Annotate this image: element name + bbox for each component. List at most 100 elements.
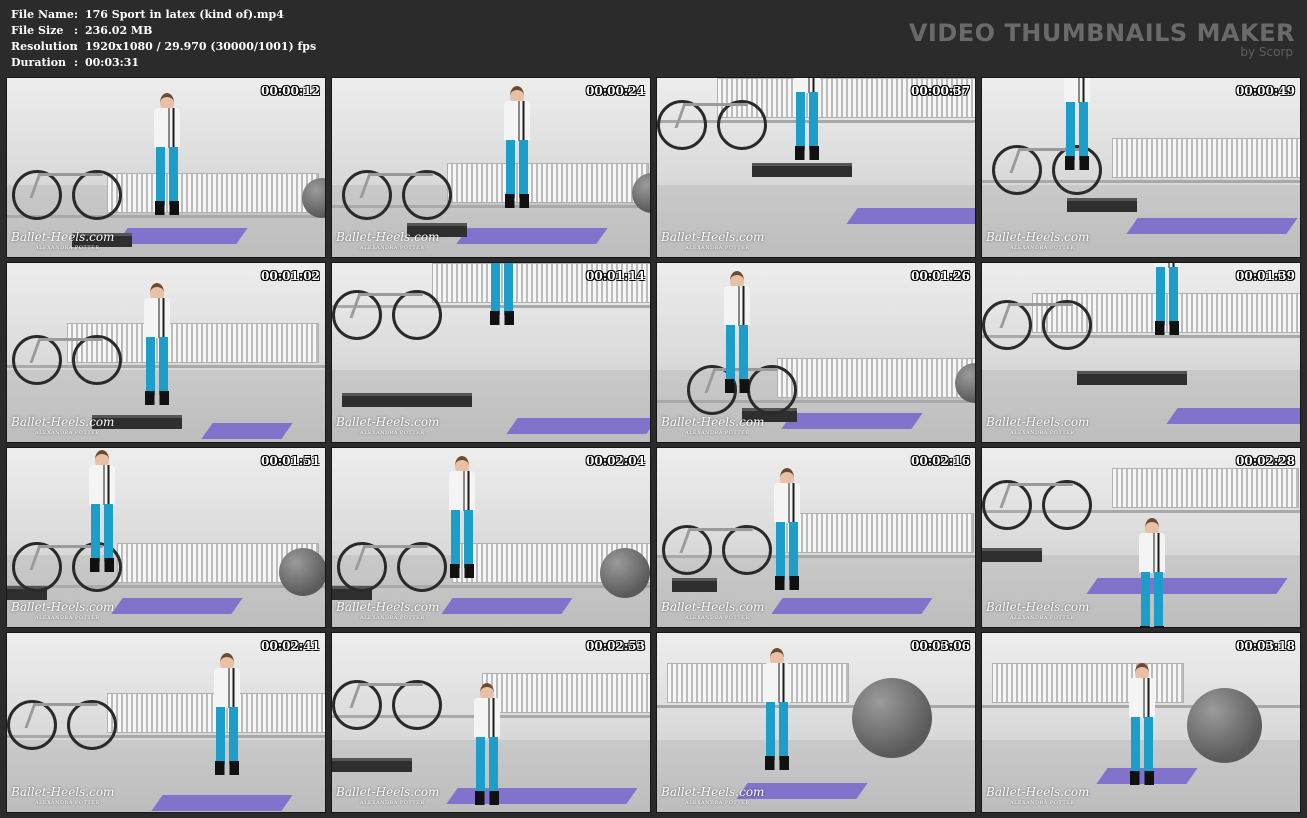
watermark-subtitle: ALEXANDRA POTTER [360, 615, 425, 621]
performer-figure [467, 683, 507, 808]
video-thumbnail[interactable]: Ballet-Heels.com ALEXANDRA POTTER 00:02:16 [656, 447, 976, 628]
video-thumbnail[interactable]: Ballet-Heels.com ALEXANDRA POTTER 00:01:26 [656, 262, 976, 443]
thumbnail-timestamp: 00:02:53 [586, 639, 645, 653]
figure-shirt [89, 465, 115, 505]
performer-figure [1122, 663, 1162, 788]
video-thumbnail[interactable]: Ballet-Heels.com ALEXANDRA POTTER 00:00:12 [6, 77, 326, 258]
radiator [482, 673, 650, 713]
bicycle [332, 278, 442, 340]
performer-figure [137, 283, 177, 408]
aerobic-step [982, 548, 1042, 562]
thumbnail-timestamp: 00:02:28 [1236, 454, 1295, 468]
thumbnail-timestamp: 00:03:06 [911, 639, 970, 653]
watermark-logo: Ballet-Heels.com ALEXANDRA POTTER [661, 416, 764, 439]
bicycle-frame [354, 545, 429, 570]
performer-figure [442, 456, 482, 581]
yoga-mat [1166, 408, 1300, 424]
watermark-subtitle: ALEXANDRA POTTER [1010, 430, 1075, 436]
video-thumbnail[interactable]: Ballet-Heels.com ALEXANDRA POTTER 00:01:14 [331, 262, 651, 443]
radiator [447, 163, 649, 203]
video-thumbnail[interactable]: Ballet-Heels.com ALEXANDRA POTTER 00:02:04 [331, 447, 651, 628]
watermark-logo: Ballet-Heels.com ALEXANDRA POTTER [336, 416, 439, 439]
watermark-logo: Ballet-Heels.com ALEXANDRA POTTER [986, 600, 1090, 624]
exercise-ball [1187, 688, 1262, 763]
video-thumbnail[interactable]: Ballet-Heels.com ALEXANDRA POTTER 00:00:37 [656, 77, 976, 258]
figure-boots [795, 146, 819, 160]
performer-figure [482, 263, 522, 328]
watermark-name: Ballet-Heels.com [336, 785, 440, 799]
watermark-name: Ballet-Heels.com [11, 415, 115, 429]
bicycle-frame [679, 528, 754, 553]
figure-shirt [794, 78, 820, 93]
watermark-subtitle: ALEXANDRA POTTER [35, 615, 100, 621]
video-thumbnail[interactable]: Ballet-Heels.com ALEXANDRA POTTER 00:01:02 [6, 262, 326, 443]
yoga-mat [151, 795, 293, 811]
figure-boots [775, 576, 799, 590]
figure-legs [1141, 572, 1163, 627]
figure-legs [506, 140, 528, 198]
info-key: File Size [11, 24, 64, 37]
figure-shirt [449, 471, 475, 511]
figure-boots [1155, 321, 1179, 335]
info-key: File Name [11, 8, 74, 21]
bicycle-frame [29, 173, 104, 198]
info-separator: : [74, 40, 79, 53]
thumbnail-timestamp: 00:02:04 [586, 454, 645, 468]
figure-shirt [1139, 533, 1165, 573]
thumbnail-timestamp: 00:00:12 [261, 84, 320, 98]
video-thumbnail[interactable]: Ballet-Heels.com ALEXANDRA POTTER 00:03:18 [981, 632, 1301, 813]
brand-title: VIDEO THUMBNAILS MAKER [908, 19, 1295, 47]
figure-boots [215, 761, 239, 775]
watermark-subtitle: ALEXANDRA POTTER [1010, 800, 1075, 806]
info-value: 176 Sport in latex (kind of).mp4 [85, 8, 284, 21]
thumbnail-timestamp: 00:00:24 [586, 84, 645, 98]
bicycle [337, 530, 447, 592]
figure-boots [145, 391, 169, 405]
aerobic-step [752, 163, 852, 177]
video-thumbnail[interactable]: Ballet-Heels.com ALEXANDRA POTTER 00:00:49 [981, 77, 1301, 258]
figure-legs [726, 325, 748, 383]
figure-legs [156, 147, 178, 205]
bicycle [657, 88, 767, 150]
info-row-file-name: File Name : 176 Sport in latex (kind of)… [11, 7, 316, 23]
video-thumbnail[interactable]: Ballet-Heels.com ALEXANDRA POTTER 00:00:24 [331, 77, 651, 258]
figure-shirt [774, 483, 800, 523]
video-thumbnail[interactable]: Ballet-Heels.com ALEXANDRA POTTER 00:01:51 [6, 447, 326, 628]
performer-figure [207, 653, 247, 778]
bicycle [982, 288, 1092, 350]
watermark-name: Ballet-Heels.com [986, 415, 1090, 429]
video-thumbnail[interactable]: Ballet-Heels.com ALEXANDRA POTTER 00:03:06 [656, 632, 976, 813]
thumbnail-timestamp: 00:00:37 [911, 84, 970, 98]
thumbnail-grid: Ballet-Heels.com ALEXANDRA POTTER 00:00:12… [6, 77, 1301, 813]
watermark-subtitle: ALEXANDRA POTTER [360, 800, 425, 806]
watermark-subtitle: ALEXANDRA POTTER [35, 800, 100, 806]
radiator [1112, 138, 1300, 178]
info-separator: : [74, 8, 79, 21]
watermark-logo: Ballet-Heels.com ALEXANDRA POTTER [986, 786, 1089, 809]
brand-subtitle: by Scorp [1240, 45, 1293, 59]
bicycle-frame [24, 703, 99, 728]
video-thumbnail[interactable]: Ballet-Heels.com ALEXANDRA POTTER 00:02:53 [331, 632, 651, 813]
watermark-logo: Ballet-Heels.com ALEXANDRA POTTER [336, 601, 439, 624]
figure-legs [1156, 267, 1178, 325]
watermark-subtitle: ALEXANDRA POTTER [360, 245, 425, 251]
aerobic-step [332, 758, 412, 772]
video-thumbnail[interactable]: Ballet-Heels.com ALEXANDRA POTTER 00:02:28 [981, 447, 1301, 628]
video-thumbnail[interactable]: Ballet-Heels.com ALEXANDRA POTTER 00:01:39 [981, 262, 1301, 443]
performer-figure [1147, 263, 1187, 338]
watermark-name: Ballet-Heels.com [11, 785, 115, 799]
aerobic-step [1077, 371, 1187, 385]
figure-legs [216, 707, 238, 765]
watermark-subtitle: ALEXANDRA POTTER [685, 800, 750, 806]
video-thumbnail[interactable]: Ballet-Heels.com ALEXANDRA POTTER 00:02:41 [6, 632, 326, 813]
info-value: 00:03:31 [85, 56, 140, 69]
figure-legs [1131, 717, 1153, 775]
watermark-name: Ballet-Heels.com [986, 600, 1090, 614]
figure-boots [1140, 626, 1164, 627]
figure-boots [475, 791, 499, 805]
performer-figure [1057, 78, 1097, 173]
figure-shirt [474, 698, 500, 738]
file-info: File Name : 176 Sport in latex (kind of)… [11, 7, 316, 71]
figure-boots [490, 311, 514, 325]
bicycle [7, 688, 117, 750]
